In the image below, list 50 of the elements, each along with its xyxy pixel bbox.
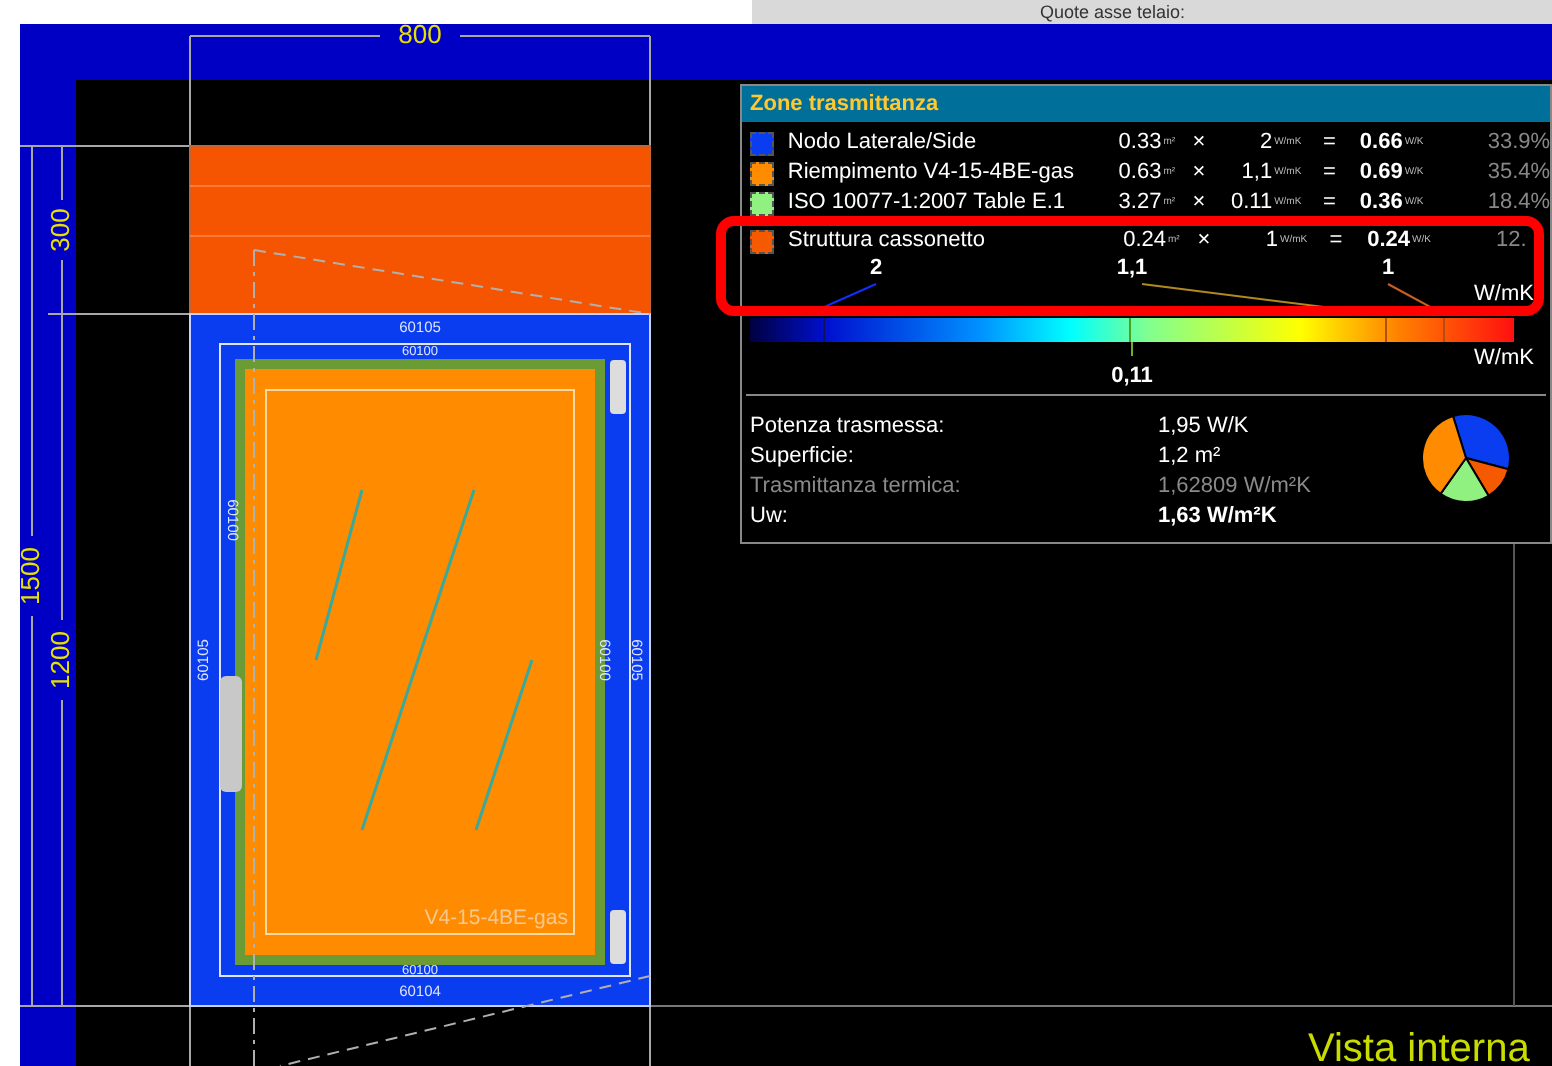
zone-percent: 12.	[1496, 226, 1527, 257]
times-sign: ×	[1190, 188, 1208, 219]
times-sign: ×	[1190, 128, 1208, 159]
zone-result: 0.24	[1365, 226, 1410, 257]
equals-sign: =	[1327, 226, 1345, 257]
scale-label: 1,1	[1116, 256, 1148, 280]
zone-conductivity: 2	[1257, 128, 1273, 159]
zone-area: 3.27	[1102, 186, 1162, 220]
scale-label: 0,11	[1111, 363, 1153, 388]
dimension-label: 1500	[14, 547, 45, 605]
zone-result: 0.66	[1357, 128, 1403, 159]
zone-percent: 35.4%	[1487, 158, 1551, 189]
zone-result: 0.36	[1357, 188, 1403, 219]
glass-label: V4-15-4BE-gas	[424, 905, 568, 930]
equals-sign: =	[1321, 158, 1338, 189]
summary-value: 1,63 W/m²K	[1158, 502, 1277, 533]
summary-label: Potenza trasmessa:	[750, 412, 947, 443]
times-sign: ×	[1195, 226, 1213, 257]
view-label: Vista interna	[1308, 1026, 1530, 1066]
dimension-label: 1200	[44, 631, 75, 689]
zone-name: ISO 10077-1:2007 Table E.1	[787, 188, 1068, 219]
unit-label: W/mK	[1474, 345, 1534, 370]
summary-label: Trasmittanza termica:	[750, 472, 963, 503]
zone-conductivity: 0.11	[1228, 188, 1273, 219]
zone-name: Struttura cassonetto	[788, 226, 987, 257]
equals-sign: =	[1321, 188, 1338, 219]
dimension-label: 300	[44, 208, 75, 252]
equals-sign: =	[1321, 128, 1338, 159]
zone-percent: 33.9%	[1487, 128, 1551, 159]
zone-percent: 18.4%	[1487, 188, 1551, 219]
zone-area: 0.24	[1106, 224, 1166, 258]
panel-title: Zone trasmittanza	[742, 86, 1550, 122]
zone-name: Nodo Laterale/Side	[787, 128, 979, 159]
toolbar-label: Quote asse telaio:	[1040, 2, 1186, 22]
times-sign: ×	[1190, 158, 1208, 189]
scale-label: 2	[869, 256, 883, 280]
zone-conductivity: 1	[1263, 226, 1278, 257]
unit-label: W/mK	[1474, 281, 1534, 306]
scale-label: 1	[1381, 256, 1395, 280]
dimension-label: 800	[398, 24, 442, 49]
zone-area: 0.33	[1102, 126, 1162, 160]
summary-value: 1,95 W/K	[1158, 412, 1249, 443]
zone-conductivity: 1,1	[1239, 158, 1273, 189]
zone-name: Riempimento V4-15-4BE-gas	[787, 158, 1076, 189]
summary-value: 1,2 m²	[1158, 442, 1221, 473]
zone-result: 0.69	[1357, 158, 1403, 189]
zone-area: 0.63	[1102, 156, 1162, 190]
summary-label: Uw:	[750, 502, 790, 533]
summary-value: 1,62809 W/m²K	[1158, 472, 1311, 503]
summary-label: Superficie:	[750, 442, 856, 473]
